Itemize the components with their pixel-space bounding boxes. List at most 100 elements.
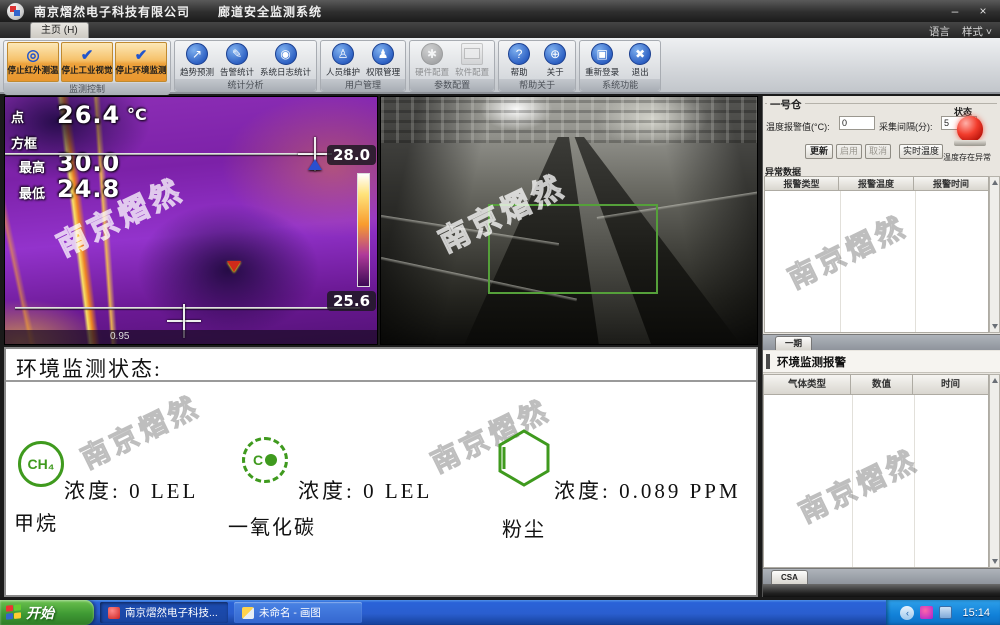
permissions-button[interactable]: ♟ 权限管理: [364, 43, 402, 78]
env-status-title: 环境监测状态:: [16, 353, 162, 383]
close-button[interactable]: ×: [976, 4, 990, 18]
help-button[interactable]: ? 帮助: [502, 43, 536, 78]
realtime-temp-button[interactable]: 实时温度: [899, 144, 943, 159]
scale-min-badge: 25.6: [327, 291, 376, 311]
globe-icon: ⊕: [544, 43, 566, 65]
ribbon-group-monitor-control: ◎ 停止红外测温 ✔ 停止工业视觉 ✔ 停止环境监测 监测控制: [3, 40, 171, 92]
software-config-button: 软件配置: [453, 43, 491, 78]
window-title-company: 南京熠然电子科技有限公司: [34, 3, 190, 20]
methane-label: 甲烷: [14, 507, 58, 536]
tray-chevron-icon[interactable]: ‹: [900, 606, 914, 620]
scale-max-badge: 28.0: [327, 145, 376, 165]
check-icon: ✔: [81, 48, 94, 64]
abnormal-table-header: 报警类型 报警温度 报警时间: [764, 176, 989, 191]
edit-icon: ✎: [226, 43, 248, 65]
dust-hexagon-icon: [496, 427, 552, 489]
max-temp-marker-icon: [308, 159, 322, 170]
watermark: 南京熠然: [792, 439, 925, 531]
thermal-status-strip: 0.95: [5, 330, 377, 344]
globe-icon: ◉: [275, 43, 297, 65]
env-alarm-table-header: 气体类型 数值 时间: [763, 374, 989, 395]
group-label-help: 帮助关于: [499, 79, 575, 91]
ribbon-group-help: ? 帮助 ⊕ 关于 帮助关于: [498, 40, 576, 92]
start-button[interactable]: 开始: [0, 600, 94, 625]
infrared-icon: ◎: [26, 48, 39, 64]
group-label-statistics: 统计分析: [175, 79, 316, 91]
thermal-box-label: 方框: [11, 133, 37, 152]
menu-style[interactable]: 样式 ˅: [962, 24, 992, 39]
task-monitoring-app[interactable]: 南京熠然电子科技...: [100, 602, 228, 623]
windows-flag-icon: [6, 604, 21, 621]
enable-button: 启用: [836, 144, 862, 159]
app-task-icon: [108, 607, 120, 619]
col-alarm-type[interactable]: 报警类型: [764, 176, 839, 191]
scroll-down-icon[interactable]: [992, 559, 998, 564]
min-temp-marker-icon: [227, 261, 241, 272]
stop-vision-button[interactable]: ✔ 停止工业视觉: [61, 42, 113, 82]
alarm-stats-button[interactable]: ✎ 告警统计: [218, 43, 256, 78]
watermark: 南京熠然: [74, 385, 207, 477]
tab-phase-one[interactable]: 一期: [775, 336, 812, 350]
detection-box: [488, 204, 658, 294]
scroll-up-icon[interactable]: [992, 180, 998, 185]
thermal-point-label: 点: [11, 107, 24, 126]
visual-camera-view: 南京熠然: [380, 96, 758, 345]
col-gas-type[interactable]: 气体类型: [763, 374, 851, 395]
ribbon-group-system: ▣ 重新登录 ✖ 退出 系统功能: [579, 40, 661, 92]
cancel-button: 取消: [865, 144, 891, 159]
col-alarm-temp[interactable]: 报警温度: [839, 176, 914, 191]
clock: 15:14: [962, 607, 990, 619]
tray-network-icon[interactable]: [939, 606, 952, 619]
stop-infrared-button[interactable]: ◎ 停止红外测温: [7, 42, 59, 82]
abnormal-table-scrollbar[interactable]: [989, 176, 1000, 333]
thermal-min-label: 最低: [19, 183, 45, 202]
env-status-panel: 环境监测状态: 南京熠然 南京熠然 CH₄ 甲烷 浓度: 0 LEL C 一氧化…: [4, 347, 758, 597]
trend-icon: ↗: [186, 43, 208, 65]
window-title-app: 廊道安全监测系统: [218, 3, 322, 20]
personnel-button[interactable]: ♙ 人员维护: [324, 43, 362, 78]
tab-home[interactable]: 主页 (H): [30, 22, 89, 38]
check-icon: ✔: [135, 48, 148, 64]
lamp-caption: 温度存在异常: [943, 152, 991, 163]
dust-reading: 浓度: 0.089 PPM: [554, 475, 741, 505]
exit-button[interactable]: ✖ 退出: [623, 43, 657, 78]
menu-language[interactable]: 语言: [929, 24, 950, 39]
minimize-button[interactable]: –: [948, 4, 962, 18]
col-gas-value[interactable]: 数值: [851, 374, 913, 395]
carbon-monoxide-icon: C: [242, 437, 288, 483]
task-paint[interactable]: 未命名 - 画图: [234, 602, 362, 623]
hardware-config-button: ✱ 硬件配置: [413, 43, 451, 78]
env-alarm-table-scrollbar[interactable]: [989, 374, 1000, 568]
interval-label: 采集间隔(分):: [879, 120, 933, 133]
relogin-button[interactable]: ▣ 重新登录: [583, 43, 621, 78]
right-panel: 一号仓 温度报警值(°C): 采集间隔(分): 状态 更新 启用 取消 实时温度…: [762, 96, 1000, 597]
warehouse-group-title: 一号仓: [767, 97, 805, 112]
env-alarm-section-bar: 环境监测报警: [763, 351, 1000, 373]
about-button[interactable]: ⊕ 关于: [538, 43, 572, 78]
bottom-tab-strip: CSA: [763, 568, 1000, 584]
update-button[interactable]: 更新: [805, 144, 833, 159]
taskbar: 开始 南京熠然电子科技... 未命名 - 画图 ‹ 15:14: [0, 600, 1000, 625]
system-tray: ‹ 15:14: [886, 600, 1000, 625]
ribbon-group-parameters: ✱ 硬件配置 软件配置 参数配置: [409, 40, 495, 92]
methane-reading: 浓度: 0 LEL: [64, 475, 198, 505]
title-divider: [6, 380, 756, 382]
tray-app-icon[interactable]: [920, 606, 933, 619]
thermal-point-value: 26.4: [57, 101, 120, 129]
syslog-stats-button[interactable]: ◉ 系统日志统计: [258, 43, 313, 78]
col-gas-time[interactable]: 时间: [913, 374, 989, 395]
thermal-camera-view: 点 26.4 °C 方框 最高 30.0 最低 24.8 28.0 25.6 南…: [4, 96, 378, 345]
temp-alarm-input[interactable]: [839, 116, 875, 130]
scroll-up-icon[interactable]: [992, 378, 998, 383]
tab-csa[interactable]: CSA: [771, 570, 808, 584]
question-icon: ?: [508, 43, 530, 65]
col-alarm-time[interactable]: 报警时间: [914, 176, 989, 191]
ceiling-pipes: [381, 97, 757, 143]
group-label-parameters: 参数配置: [410, 79, 494, 91]
section-accent: [766, 354, 770, 369]
emissivity-value: 0.95: [110, 331, 129, 342]
thermal-max-label: 最高: [19, 157, 45, 176]
trend-predict-button[interactable]: ↗ 趋势预测: [178, 43, 216, 78]
stop-env-monitor-button[interactable]: ✔ 停止环境监测: [115, 42, 167, 82]
scroll-down-icon[interactable]: [992, 324, 998, 329]
